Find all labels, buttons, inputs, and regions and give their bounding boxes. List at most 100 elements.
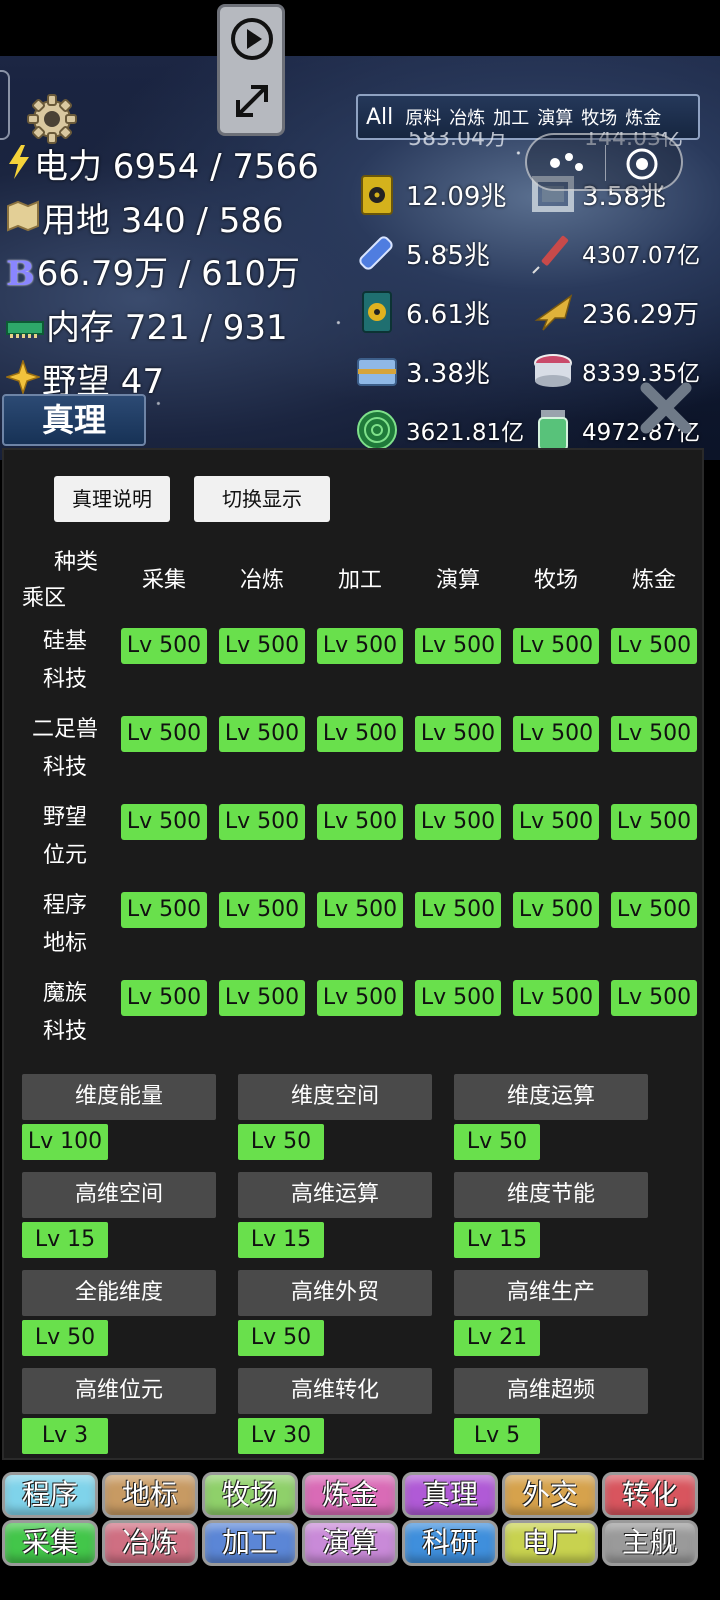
level-badge[interactable]: Lv 500 [415,716,501,752]
filter-all[interactable]: All [358,105,401,130]
floating-media-control [217,4,285,136]
reactor-core-icon [530,348,576,394]
nav-tab[interactable]: 主舰 [602,1520,698,1566]
nav-tab[interactable]: 冶炼 [102,1520,198,1566]
level-badge[interactable]: Lv 500 [415,892,501,928]
switch-display-button[interactable]: 切换显示 [194,476,330,522]
dimension-upgrade-button[interactable]: 维度运算 [454,1074,648,1120]
level-badge[interactable]: Lv 500 [121,980,207,1016]
level-badge[interactable]: Lv 500 [415,628,501,664]
play-icon[interactable] [228,15,276,63]
level-badge[interactable]: Lv 500 [317,804,403,840]
filter-compute[interactable]: 演算 [533,104,577,130]
level-badge[interactable]: Lv 500 [513,980,599,1016]
level-badge[interactable]: Lv 500 [415,804,501,840]
truth-tab[interactable]: 真理 [2,394,146,446]
nav-tab[interactable]: 牧场 [202,1472,298,1518]
filter-alchemy[interactable]: 炼金 [621,104,665,130]
level-badge[interactable]: Lv 500 [219,804,305,840]
column-header: 炼金 [631,568,676,593]
side-drawer-handle[interactable] [0,70,10,140]
nav-tab[interactable]: 转化 [602,1472,698,1518]
filter-ranch[interactable]: 牧场 [577,104,621,130]
resource-item: 6.61兆 [354,286,529,338]
nav-tab[interactable]: 演算 [302,1520,398,1566]
level-badge[interactable]: Lv 500 [219,716,305,752]
level-badge[interactable]: Lv 500 [121,628,207,664]
filter-smelt[interactable]: 冶炼 [445,104,489,130]
nav-tab[interactable]: 程序 [2,1472,98,1518]
supply-crate-icon [354,348,400,394]
filter-raw[interactable]: 原料 [401,104,445,130]
dimension-upgrade-button[interactable]: 高维运算 [238,1172,432,1218]
level-badge[interactable]: Lv 500 [219,628,305,664]
dimension-upgrade-button[interactable]: 高维外贸 [238,1270,432,1316]
level-badge[interactable]: Lv 500 [513,628,599,664]
level-badge[interactable]: Lv 500 [219,892,305,928]
column-header: 冶炼 [239,568,284,593]
dimension-upgrade-button[interactable]: 高维位元 [22,1368,216,1414]
dimension-level-badge: Lv 30 [238,1418,324,1454]
level-badge[interactable]: Lv 500 [611,716,697,752]
expand-icon[interactable] [228,77,276,125]
dimension-upgrade-button[interactable]: 维度节能 [454,1172,648,1218]
dimension-upgrade-button[interactable]: 维度能量 [22,1074,216,1120]
specimen-jar-icon [530,407,576,453]
dimension-upgrade-button[interactable]: 全能维度 [22,1270,216,1316]
filter-process[interactable]: 加工 [489,104,533,130]
dimension-level-badge: Lv 15 [238,1222,324,1258]
partial-value-left: 583.04万 [408,132,507,151]
level-badge[interactable]: Lv 500 [317,628,403,664]
dimension-upgrade-button[interactable]: 高维空间 [22,1172,216,1218]
level-badge[interactable]: Lv 500 [611,892,697,928]
column-header: 牧场 [533,568,578,593]
nav-tab[interactable]: 地标 [102,1472,198,1518]
nav-tab[interactable]: 科研 [402,1520,498,1566]
gear-icon[interactable] [26,93,78,145]
level-badge[interactable]: Lv 500 [121,716,207,752]
nav-tab[interactable]: 外交 [502,1472,598,1518]
level-badge[interactable]: Lv 500 [317,980,403,1016]
level-badge[interactable]: Lv 500 [317,892,403,928]
more-dots-icon[interactable] [547,151,587,175]
dimension-upgrade-button[interactable]: 高维转化 [238,1368,432,1414]
b-coin-icon: B [6,254,35,294]
nav-tab[interactable]: 电厂 [502,1520,598,1566]
nav-tab[interactable]: 炼金 [302,1472,398,1518]
resource-value: 6.61兆 [406,299,490,330]
jet-plane-icon [530,289,576,335]
level-badge[interactable]: Lv 500 [611,628,697,664]
resource-item: 4307.07亿 [530,227,705,279]
close-target-icon[interactable] [625,147,659,181]
nav-tab[interactable]: 采集 [2,1520,98,1566]
resource-value: 4307.07亿 [582,243,701,269]
nav-tab[interactable]: 加工 [202,1520,298,1566]
row-label-line2: 地标 [42,931,87,956]
level-badge[interactable]: Lv 500 [219,980,305,1016]
level-badge[interactable]: Lv 500 [611,804,697,840]
level-badge[interactable]: Lv 500 [317,716,403,752]
dimension-level-badge: Lv 15 [454,1222,540,1258]
level-badge[interactable]: Lv 500 [121,804,207,840]
level-badge[interactable]: Lv 500 [513,892,599,928]
level-badge[interactable]: Lv 500 [415,980,501,1016]
dimension-upgrade-button[interactable]: 维度空间 [238,1074,432,1120]
dimension-level-badge: Lv 5 [454,1418,540,1454]
dimension-upgrade-button[interactable]: 高维生产 [454,1270,648,1316]
nav-tab[interactable]: 真理 [402,1472,498,1518]
status-bar-area [0,0,720,56]
dimension-upgrade-button[interactable]: 高维超频 [454,1368,648,1414]
level-badge[interactable]: Lv 500 [121,892,207,928]
level-badge[interactable]: Lv 500 [513,716,599,752]
close-icon[interactable] [636,378,696,438]
level-badge[interactable]: Lv 500 [611,980,697,1016]
truth-explain-button[interactable]: 真理说明 [54,476,170,522]
mini-program-capsule [525,133,683,191]
b-currency-resource: B 66.79万 / 610万 [6,254,300,294]
resource-item: 12.09兆 [354,168,529,220]
column-header: 采集 [141,568,186,593]
lightning-icon [6,145,32,188]
row-label-line1: 程序 [42,893,87,918]
dimension-level-badge: Lv 100 [22,1124,108,1160]
level-badge[interactable]: Lv 500 [513,804,599,840]
